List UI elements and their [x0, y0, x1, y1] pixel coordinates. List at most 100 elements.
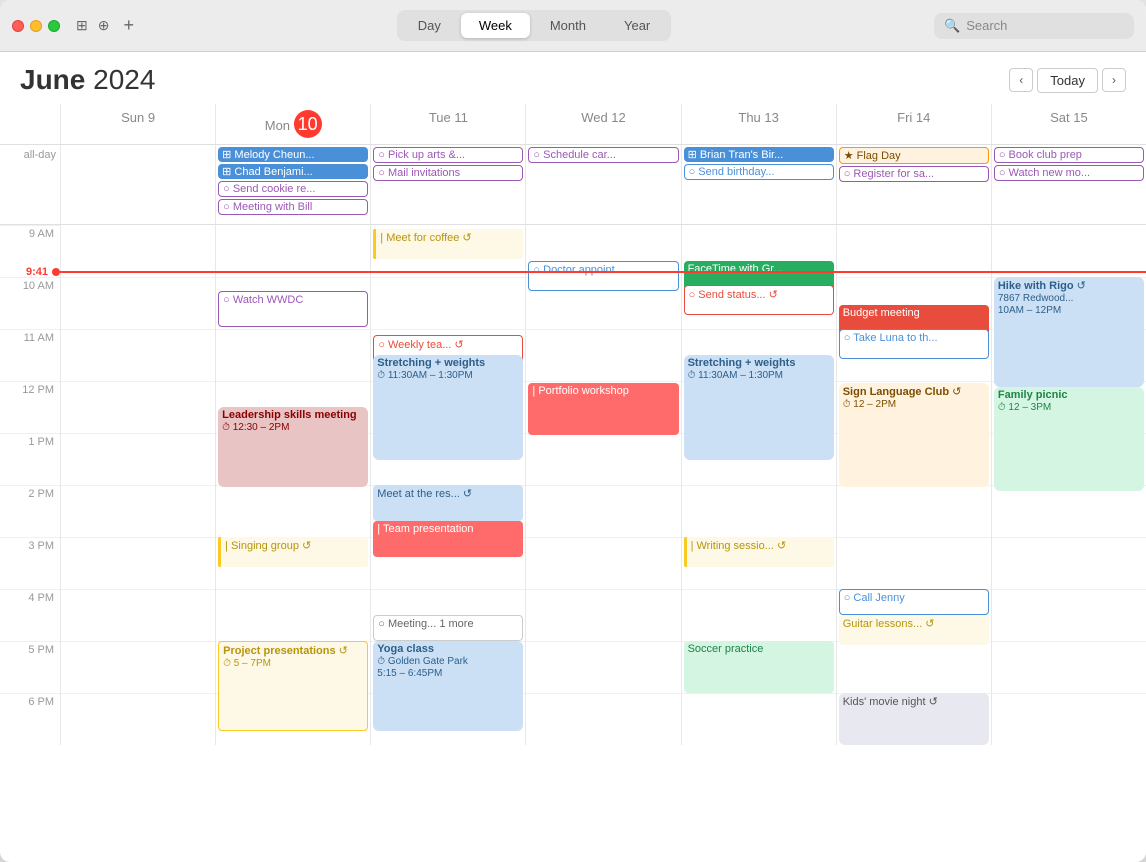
- time-4pm: 4 PM: [0, 589, 60, 641]
- time-3pm: 3 PM: [0, 537, 60, 589]
- day-header-wed: Wed 12: [525, 104, 680, 144]
- col-sat: Hike with Rigo ↺ 7867 Redwood... 10AM – …: [991, 225, 1146, 745]
- time-12pm: 12 PM: [0, 381, 60, 433]
- event-meet-restaurant[interactable]: Meet at the res... ↺: [373, 485, 523, 521]
- event-register[interactable]: ○ Register for sa...: [839, 166, 989, 182]
- day-header-thu: Thu 13: [681, 104, 836, 144]
- allday-sun: [60, 145, 215, 224]
- tab-week[interactable]: Week: [461, 13, 530, 38]
- day-header-tue: Tue 11: [370, 104, 525, 144]
- event-sign-language[interactable]: Sign Language Club ↺ ⏱ 12 – 2PM: [839, 383, 989, 487]
- col-wed: ○ Doctor appoint... | Portfolio workshop: [525, 225, 680, 745]
- navigation-controls: ‹ Today ›: [1009, 68, 1126, 93]
- allday-label: all-day: [0, 145, 60, 224]
- event-hike-rigo[interactable]: Hike with Rigo ↺ 7867 Redwood... 10AM – …: [994, 277, 1144, 387]
- event-melody[interactable]: ⊞ Melody Cheun...: [218, 147, 368, 162]
- allday-thu: ⊞ Brian Tran's Bir... ○ Send birthday...: [681, 145, 836, 224]
- minimize-button[interactable]: [30, 20, 42, 32]
- view-tabs: Day Week Month Year: [397, 10, 672, 41]
- time-1pm: 1 PM: [0, 433, 60, 485]
- day-label: Fri 14: [897, 110, 930, 125]
- search-icon: 🔍: [944, 18, 960, 34]
- titlebar-icons: ⊞ ⊕: [76, 17, 109, 34]
- time-6pm: 6 PM: [0, 693, 60, 745]
- event-meeting-bill[interactable]: ○ Meeting with Bill: [218, 199, 368, 215]
- event-call-jenny[interactable]: ○ Call Jenny: [839, 589, 989, 615]
- event-pickup-arts[interactable]: ○ Pick up arts &...: [373, 147, 523, 163]
- allday-tue: ○ Pick up arts &... ○ Mail invitations: [370, 145, 525, 224]
- event-icon: ⊞: [222, 149, 231, 161]
- calendar-list-icon[interactable]: ⊞: [76, 17, 88, 34]
- event-portfolio[interactable]: | Portfolio workshop: [528, 383, 678, 435]
- event-project-presentations[interactable]: Project presentations ↺ ⏱ 5 – 7PM: [218, 641, 368, 731]
- traffic-lights: [12, 20, 60, 32]
- day-header-mon: Mon 10: [215, 104, 370, 144]
- event-flag-day[interactable]: ★ Flag Day: [839, 147, 989, 164]
- event-yoga-class[interactable]: Yoga class ⏱ Golden Gate Park 5:15 – 6:4…: [373, 641, 523, 731]
- event-guitar-lessons[interactable]: Guitar lessons... ↺: [839, 615, 989, 645]
- time-labels: 9 AM 10 AM 11 AM 12 PM 1 PM 2 PM 3 PM 4 …: [0, 225, 60, 745]
- event-writing-session[interactable]: | Writing sessio... ↺: [684, 537, 834, 567]
- day-headers: Sun 9 Mon 10 Tue 11 Wed 12 Thu 13 Fri 14…: [0, 104, 1146, 145]
- prev-button[interactable]: ‹: [1009, 68, 1033, 92]
- event-stretching-thu[interactable]: Stretching + weights ⏱ 11:30AM – 1:30PM: [684, 355, 834, 460]
- tab-day[interactable]: Day: [400, 13, 459, 38]
- allday-wed: ○ Schedule car...: [525, 145, 680, 224]
- allday-row: all-day ⊞ Melody Cheun... ⊞ Chad Benjami…: [0, 145, 1146, 225]
- event-leadership-meeting[interactable]: Leadership skills meeting ⏱ 12:30 – 2PM: [218, 407, 368, 487]
- close-button[interactable]: [12, 20, 24, 32]
- event-stretching-tue[interactable]: Stretching + weights ⏱ 11:30AM – 1:30PM: [373, 355, 523, 460]
- calendar-header: June 2024 ‹ Today ›: [0, 52, 1146, 104]
- event-take-luna[interactable]: ○ Take Luna to th...: [839, 329, 989, 359]
- col-sun: [60, 225, 215, 745]
- event-icon: ⊞: [222, 166, 231, 178]
- time-gutter-header: [0, 104, 60, 144]
- day-label: Sat 15: [1050, 110, 1088, 125]
- event-kids-movie[interactable]: Kids' movie night ↺: [839, 693, 989, 745]
- col-thu: FaceTime with Gr... ○ Send status... ↺ S…: [681, 225, 836, 745]
- event-schedule-car[interactable]: ○ Schedule car...: [528, 147, 678, 163]
- inbox-icon[interactable]: ⊕: [98, 17, 110, 34]
- event-watch-movie[interactable]: ○ Watch new mo...: [994, 165, 1144, 181]
- time-11am: 11 AM: [0, 329, 60, 381]
- day-header-sun: Sun 9: [60, 104, 215, 144]
- time-9am: 9 AM: [0, 225, 60, 277]
- event-book-club[interactable]: ○ Book club prep: [994, 147, 1144, 163]
- allday-sat: ○ Book club prep ○ Watch new mo...: [991, 145, 1146, 224]
- event-send-status[interactable]: ○ Send status... ↺: [684, 285, 834, 315]
- next-button[interactable]: ›: [1102, 68, 1126, 92]
- event-singing-group[interactable]: | Singing group ↺: [218, 537, 368, 567]
- col-fri: Budget meeting ○ Take Luna to th... Sign…: [836, 225, 991, 745]
- day-header-sat: Sat 15: [991, 104, 1146, 144]
- event-meet-coffee[interactable]: | Meet for coffee ↺: [373, 229, 523, 259]
- allday-fri: ★ Flag Day ○ Register for sa...: [836, 145, 991, 224]
- event-meeting-more[interactable]: ○ Meeting... 1 more: [373, 615, 523, 641]
- tab-year[interactable]: Year: [606, 13, 668, 38]
- time-2pm: 2 PM: [0, 485, 60, 537]
- event-team-presentation[interactable]: | Team presentation: [373, 521, 523, 557]
- day-label: Wed 12: [581, 110, 626, 125]
- event-mail-invitations[interactable]: ○ Mail invitations: [373, 165, 523, 181]
- search-box[interactable]: 🔍 Search: [934, 13, 1134, 39]
- event-send-birthday[interactable]: ○ Send birthday...: [684, 164, 834, 180]
- event-icon: ⊞: [688, 149, 697, 161]
- today-button[interactable]: Today: [1037, 68, 1098, 93]
- maximize-button[interactable]: [48, 20, 60, 32]
- day-label: Tue 11: [429, 110, 468, 125]
- event-send-cookie[interactable]: ○ Send cookie re...: [218, 181, 368, 197]
- tab-month[interactable]: Month: [532, 13, 604, 38]
- month-year-title: June 2024: [20, 64, 155, 96]
- event-brian-bday[interactable]: ⊞ Brian Tran's Bir...: [684, 147, 834, 162]
- day-header-fri: Fri 14: [836, 104, 991, 144]
- time-body: 9 AM 10 AM 11 AM 12 PM 1 PM 2 PM 3 PM 4 …: [0, 225, 1146, 745]
- event-soccer[interactable]: Soccer practice: [684, 641, 834, 693]
- event-watch-wwdc[interactable]: ○ Watch WWDC: [218, 291, 368, 327]
- calendar-window: ⊞ ⊕ + Day Week Month Year 🔍 Search June …: [0, 0, 1146, 862]
- event-chad[interactable]: ⊞ Chad Benjami...: [218, 164, 368, 179]
- day-label: Thu 13: [738, 110, 778, 125]
- event-doctor[interactable]: ○ Doctor appoint...: [528, 261, 678, 291]
- add-event-button[interactable]: +: [123, 15, 134, 36]
- day-label: Sun 9: [121, 110, 155, 125]
- search-placeholder: Search: [966, 18, 1007, 33]
- event-family-picnic[interactable]: Family picnic ⏱ 12 – 3PM: [994, 387, 1144, 491]
